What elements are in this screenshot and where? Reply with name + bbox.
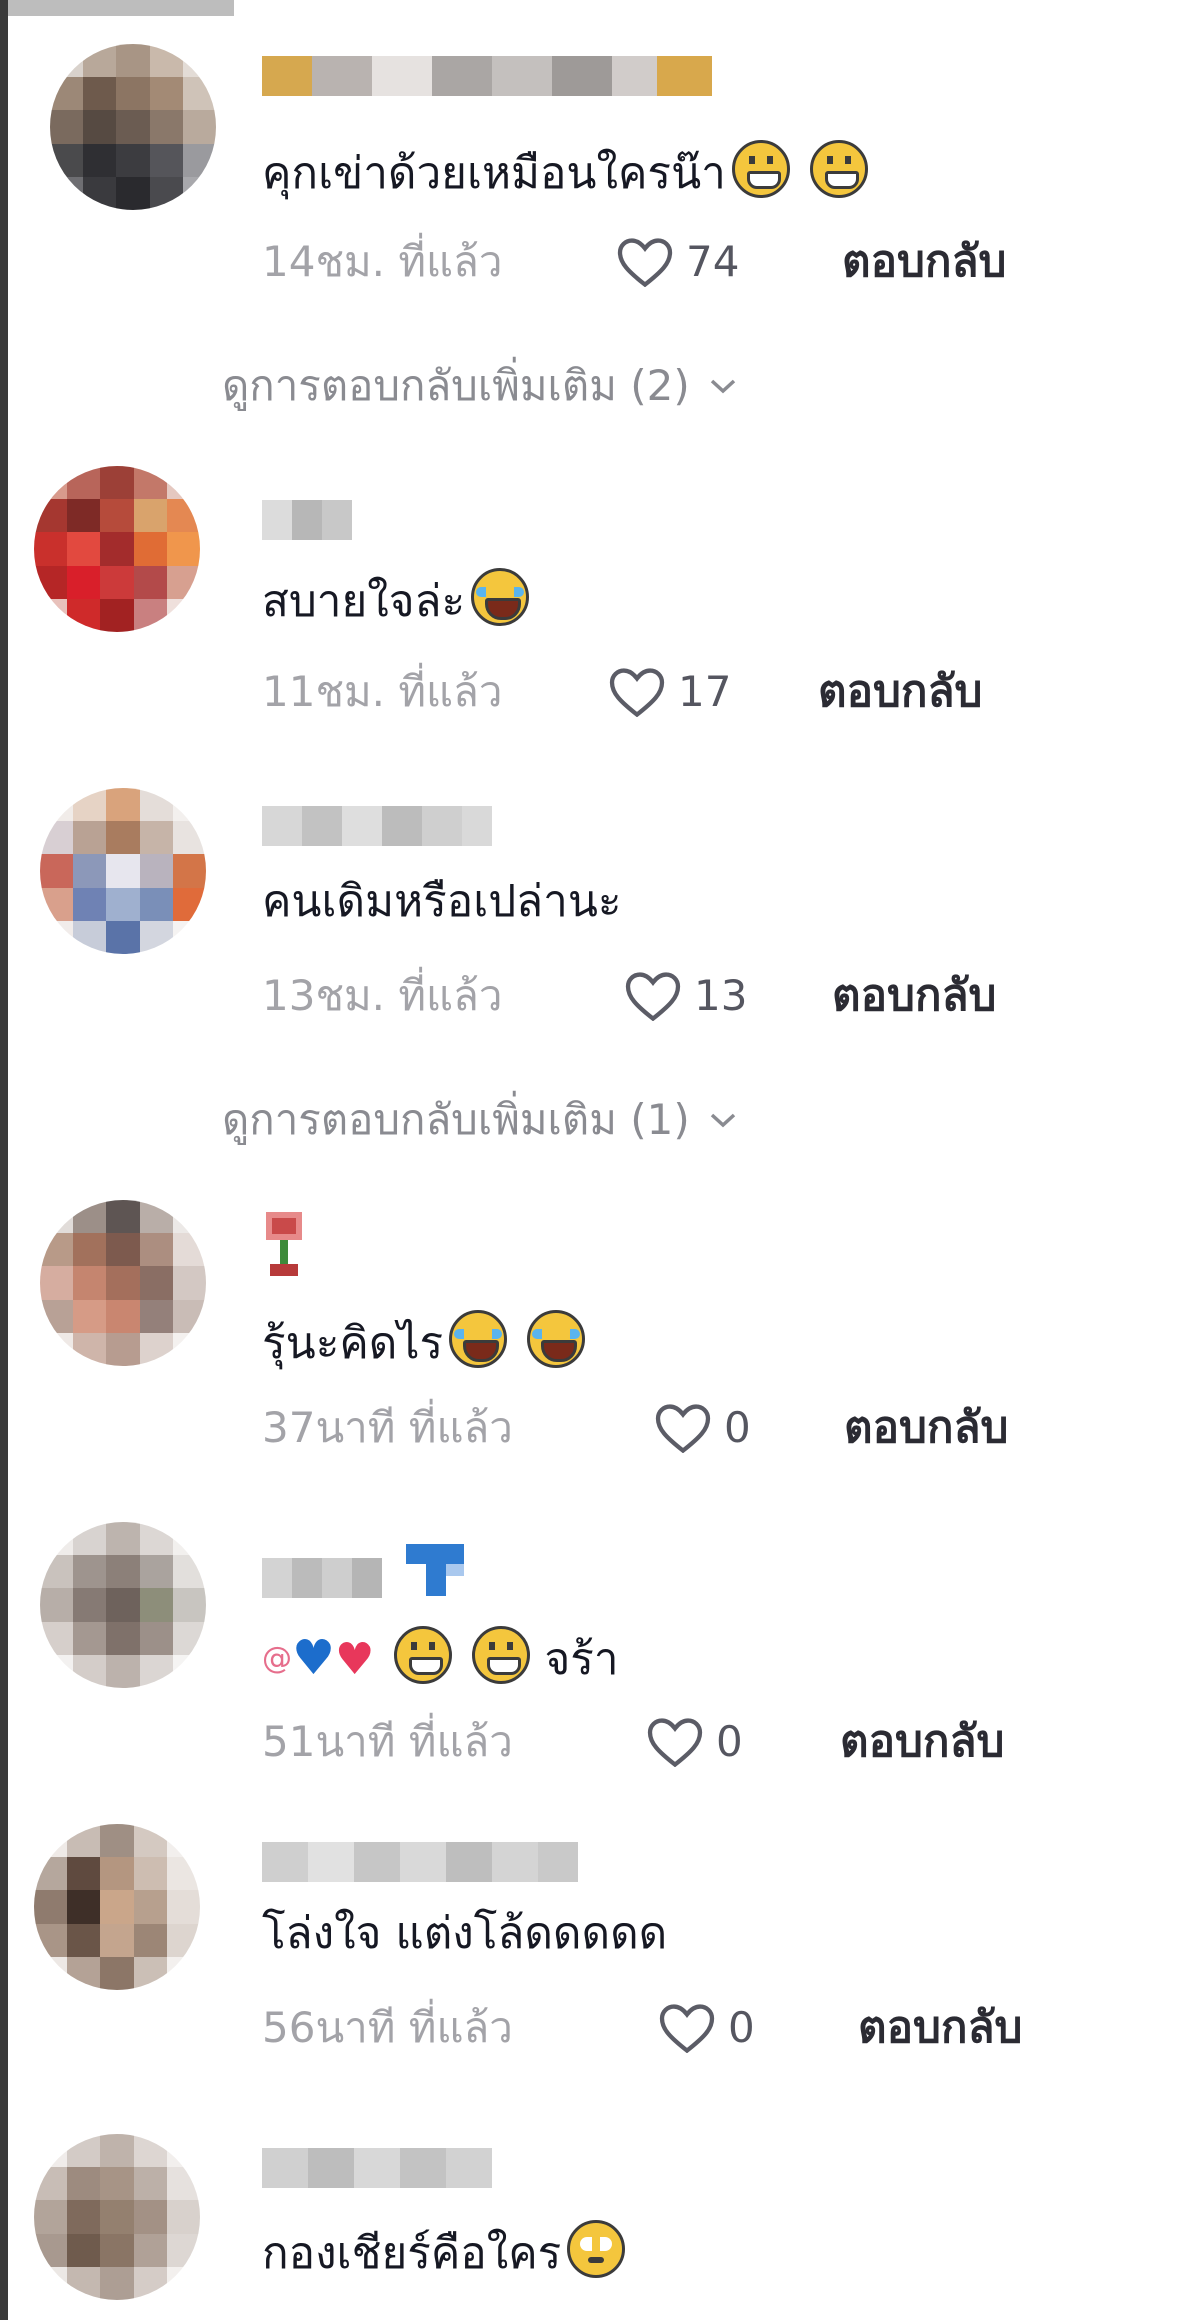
blue-heart-icon: ♥	[292, 1630, 336, 1686]
like-button[interactable]: 74	[616, 232, 739, 292]
rose-icon	[266, 1212, 302, 1276]
reply-button[interactable]: ตอบกลับ	[858, 1998, 1022, 2058]
mention[interactable]: @	[262, 1641, 292, 1676]
comment-text: รุ้นะคิดไร	[262, 1310, 586, 1374]
avatar[interactable]	[34, 466, 200, 632]
reply-button[interactable]: ตอบกลับ	[832, 966, 996, 1026]
view-replies-label: ดูการตอบกลับเพิ่มเติม (2)	[222, 361, 690, 410]
comment-meta: 13ชม. ที่แล้ว 13 ตอบกลับ	[262, 966, 1162, 1026]
username-blurred[interactable]	[262, 1558, 382, 1598]
comment-meta: 37นาที ที่แล้ว 0 ตอบกลับ	[262, 1398, 1162, 1458]
username-blurred[interactable]	[262, 806, 492, 846]
grinning-face-icon	[472, 1626, 531, 1684]
like-count: 0	[716, 1717, 743, 1766]
like-button[interactable]: 0	[658, 1998, 755, 2058]
avatar[interactable]	[34, 1824, 200, 1990]
view-replies-label: ดูการตอบกลับเพิ่มเติม (1)	[222, 1095, 690, 1144]
comment-meta: 14ชม. ที่แล้ว 74 ตอบกลับ	[262, 232, 1162, 292]
reply-button[interactable]: ตอบกลับ	[818, 662, 982, 722]
view-more-replies-button[interactable]: ดูการตอบกลับเพิ่มเติม (2)	[222, 356, 738, 416]
heart-outline-icon	[617, 238, 673, 287]
tears-of-joy-icon	[471, 568, 530, 626]
comment-text: โล่งใจ แต่งโล้ดดดดด	[262, 1908, 668, 1959]
comment-meta: 11ชม. ที่แล้ว 17 ตอบกลับ	[262, 662, 1162, 722]
grinning-face-icon	[731, 140, 790, 198]
avatar[interactable]	[40, 1200, 206, 1366]
chevron-down-icon	[710, 379, 735, 394]
comment-text: คนเดิมหรือเปล่านะ	[262, 876, 622, 927]
heart-outline-icon	[659, 2004, 715, 2053]
reply-button[interactable]: ตอบกลับ	[844, 1398, 1008, 1458]
view-more-replies-button[interactable]: ดูการตอบกลับเพิ่มเติม (1)	[222, 1090, 738, 1150]
username-blurred[interactable]	[262, 1842, 578, 1882]
heart-outline-icon	[625, 972, 681, 1021]
tears-of-joy-icon	[449, 1310, 508, 1368]
timestamp: 14ชม. ที่แล้ว	[262, 237, 503, 286]
scrollbar-stub	[8, 0, 234, 16]
reply-button[interactable]: ตอบกลับ	[842, 232, 1006, 292]
avatar[interactable]	[34, 2134, 200, 2300]
red-heart-icon: ♥	[335, 1634, 375, 1685]
like-count: 13	[694, 971, 748, 1020]
left-border	[0, 0, 8, 2320]
username-blurred[interactable]	[262, 56, 712, 96]
comment-text: สบายใจล่ะ	[262, 568, 530, 632]
like-button[interactable]: 17	[608, 662, 731, 722]
comment-text: @♥♥ จร้า	[262, 1626, 619, 1690]
timestamp: 56นาที ที่แล้ว	[262, 2003, 513, 2052]
like-button[interactable]: 0	[654, 1398, 751, 1458]
like-count: 17	[678, 667, 732, 716]
username-blurred[interactable]	[262, 500, 352, 540]
chevron-down-icon	[710, 1113, 735, 1128]
flag-icon	[406, 1544, 464, 1596]
avatar[interactable]	[40, 788, 206, 954]
like-count: 0	[724, 1403, 751, 1452]
heart-outline-icon	[655, 1404, 711, 1453]
like-count: 0	[728, 2003, 755, 2052]
comment-meta: 56นาที ที่แล้ว 0 ตอบกลับ	[262, 1998, 1162, 2058]
comment-meta: 51นาที ที่แล้ว 0 ตอบกลับ	[262, 1712, 1162, 1772]
flushed-face-icon	[567, 2220, 626, 2278]
comment-text: กองเชียร์คือใคร	[262, 2220, 626, 2284]
timestamp: 11ชม. ที่แล้ว	[262, 667, 503, 716]
heart-outline-icon	[647, 1718, 703, 1767]
like-count: 74	[686, 237, 740, 286]
grinning-face-icon	[394, 1626, 453, 1684]
timestamp: 13ชม. ที่แล้ว	[262, 971, 503, 1020]
like-button[interactable]: 0	[646, 1712, 743, 1772]
comment-text: คุกเข่าด้วยเหมือนใครน๊า	[262, 140, 868, 204]
timestamp: 51นาที ที่แล้ว	[262, 1717, 513, 1766]
username-blurred[interactable]	[262, 2148, 492, 2188]
like-button[interactable]: 13	[624, 966, 747, 1026]
timestamp: 37นาที ที่แล้ว	[262, 1403, 513, 1452]
avatar[interactable]	[50, 44, 216, 210]
avatar[interactable]	[40, 1522, 206, 1688]
grinning-face-icon	[809, 140, 868, 198]
heart-outline-icon	[609, 668, 665, 717]
reply-button[interactable]: ตอบกลับ	[840, 1712, 1004, 1772]
tears-of-joy-icon	[527, 1310, 586, 1368]
